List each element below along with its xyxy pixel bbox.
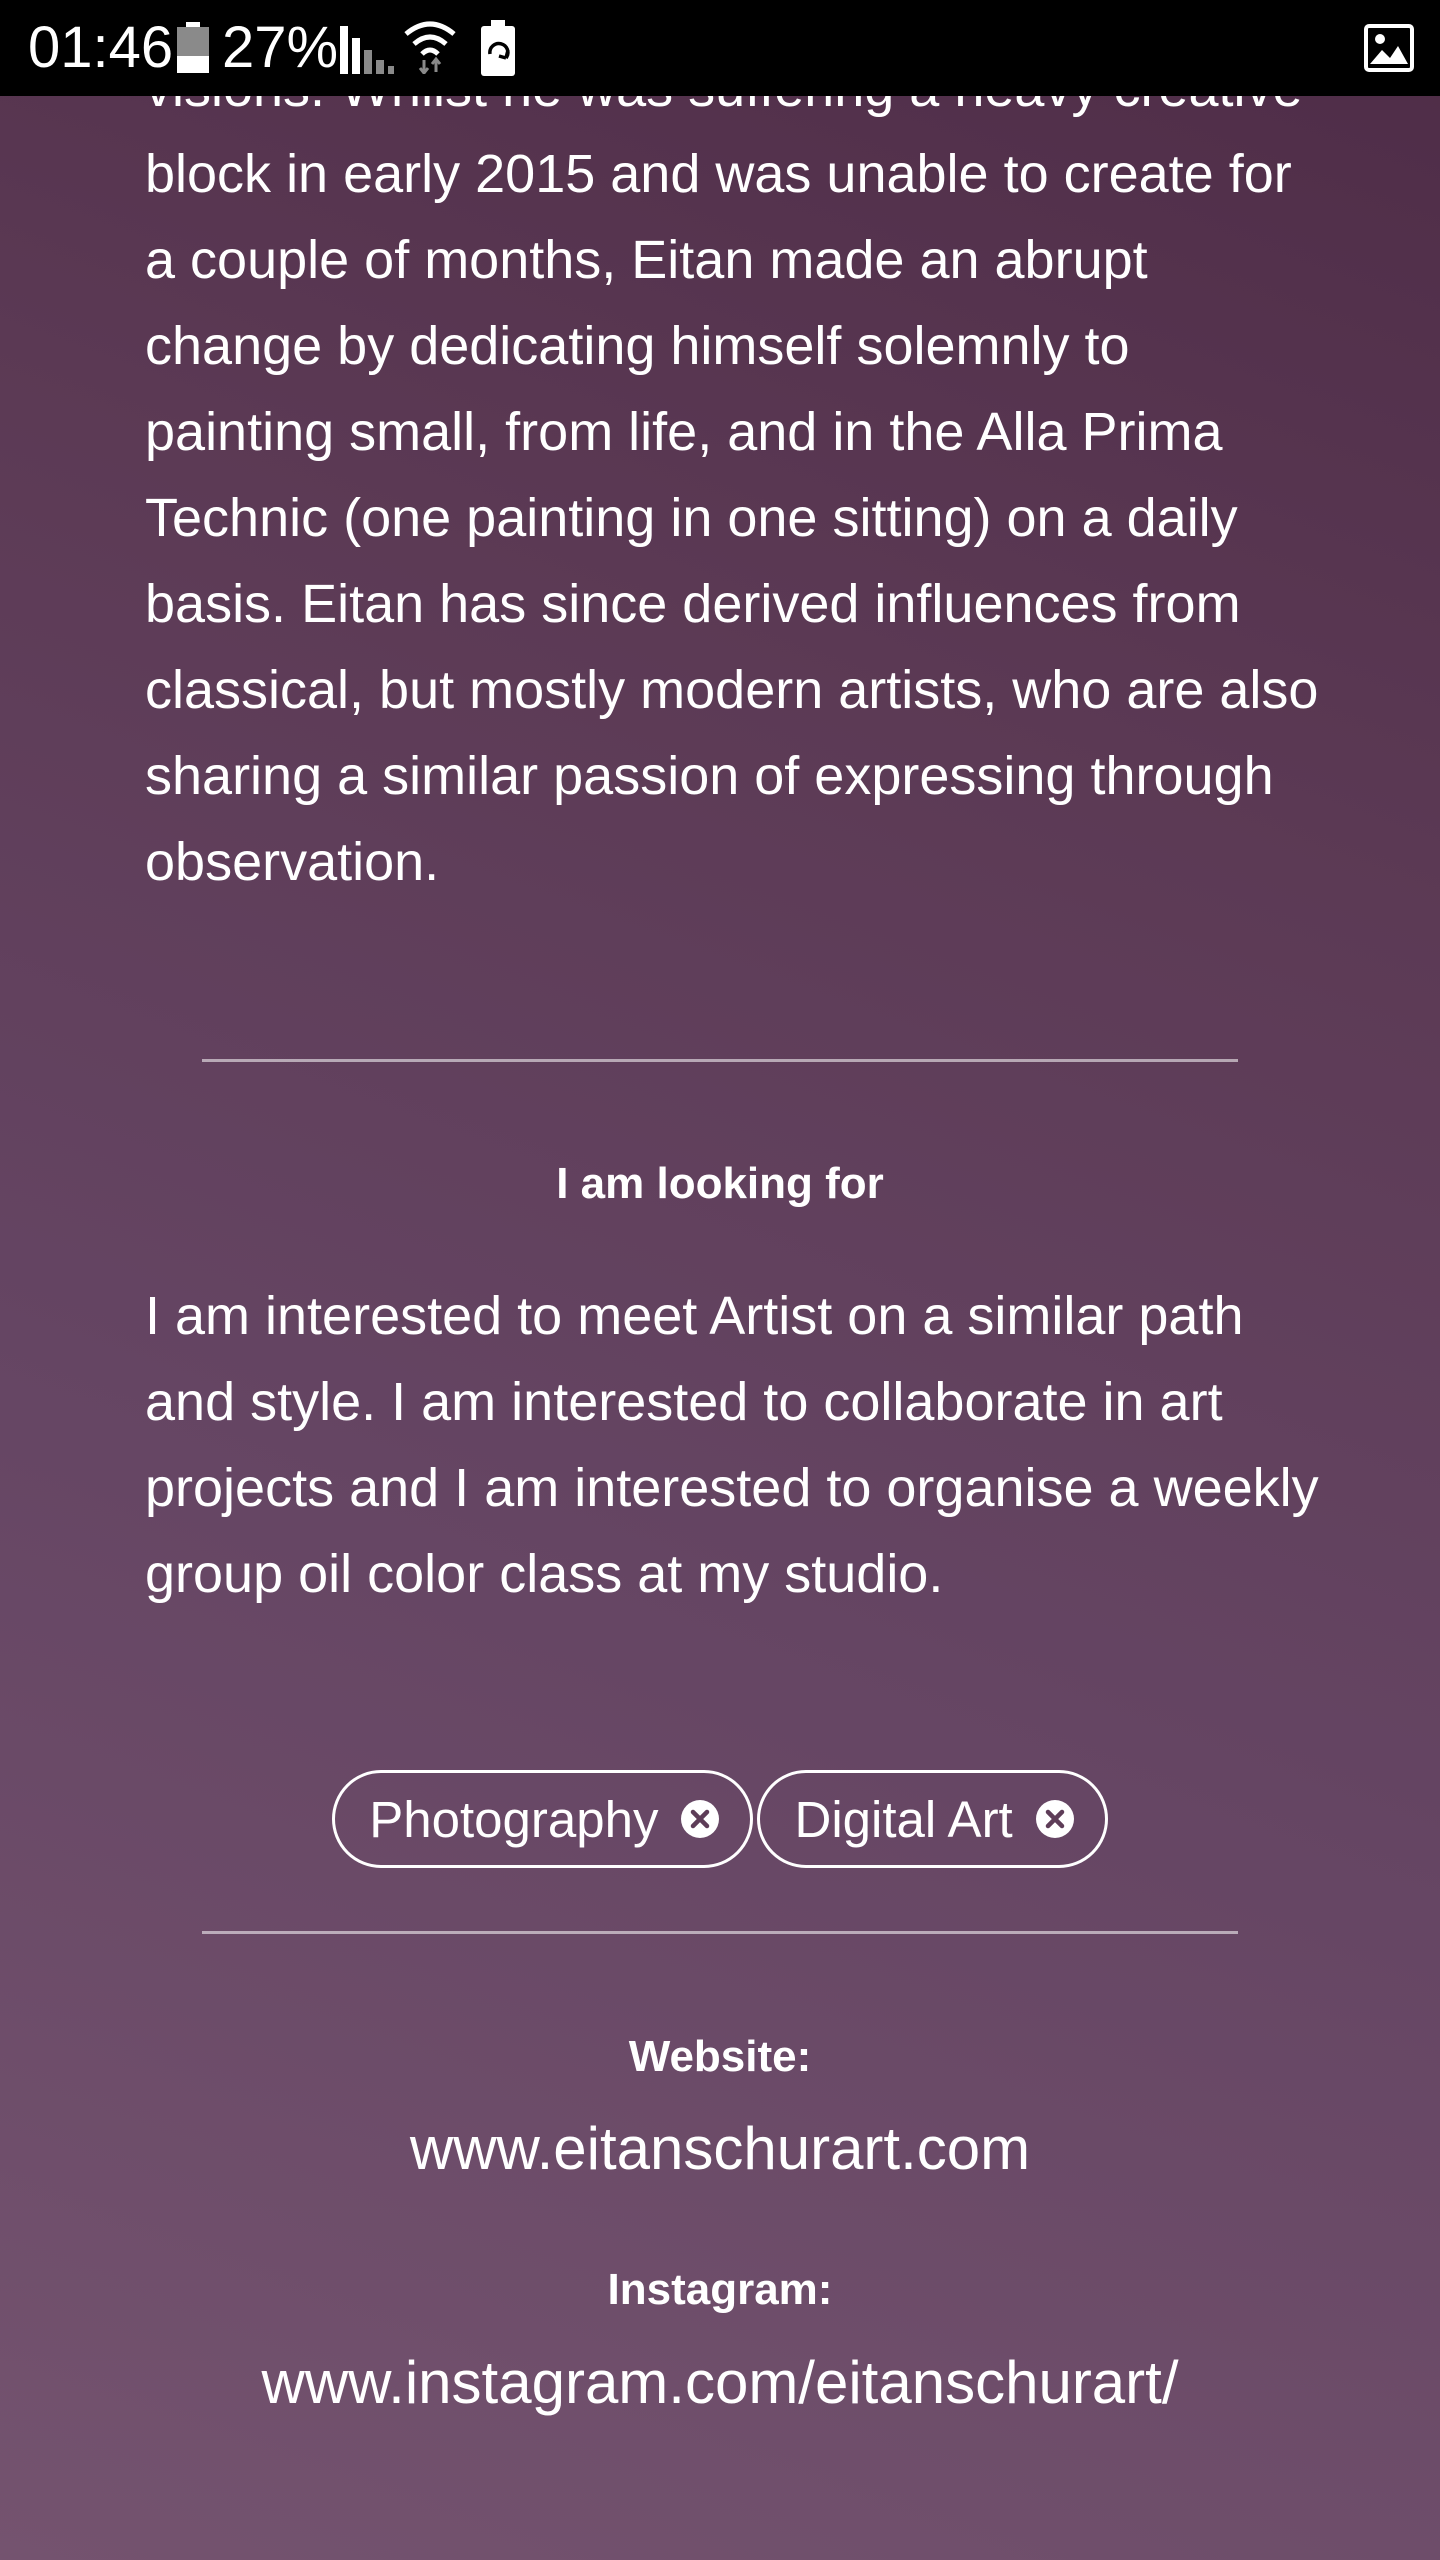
tag-label: Digital Art (794, 1790, 1013, 1848)
tag-list: Photography Digital Art (0, 1770, 1440, 1868)
about-paragraph: visions. Whilst he was suffering a heavy… (145, 58, 1319, 892)
website-label: Website: (628, 2032, 812, 2081)
profile-content: visions. Whilst he was suffering a heavy… (0, 0, 1440, 2560)
remove-tag-icon[interactable] (1035, 1799, 1075, 1839)
signal-icon (340, 26, 394, 74)
status-bar: 01:46 27% (0, 0, 1440, 96)
tag-chip-digital-art[interactable]: Digital Art (757, 1770, 1108, 1868)
remove-tag-icon[interactable] (680, 1799, 720, 1839)
looking-for-heading: I am looking for (556, 1159, 884, 1208)
battery-percent: 27% (222, 15, 339, 80)
website-link[interactable]: www.eitanschurart.com (0, 2112, 1440, 2186)
divider (202, 1931, 1238, 1934)
image-notification-icon (1364, 24, 1414, 72)
tag-chip-photography[interactable]: Photography (332, 1770, 754, 1868)
wifi-icon (404, 21, 456, 74)
instagram-link[interactable]: www.instagram.com/eitanschurart/ (0, 2346, 1440, 2420)
battery-saver-icon (481, 20, 515, 76)
tag-label: Photography (369, 1790, 659, 1848)
status-time: 01:46 (28, 15, 174, 80)
divider (202, 1059, 1238, 1062)
instagram-label: Instagram: (607, 2265, 833, 2314)
battery-icon (177, 22, 209, 73)
looking-for-paragraph: I am interested to meet Artist on a simi… (145, 1286, 1319, 1604)
